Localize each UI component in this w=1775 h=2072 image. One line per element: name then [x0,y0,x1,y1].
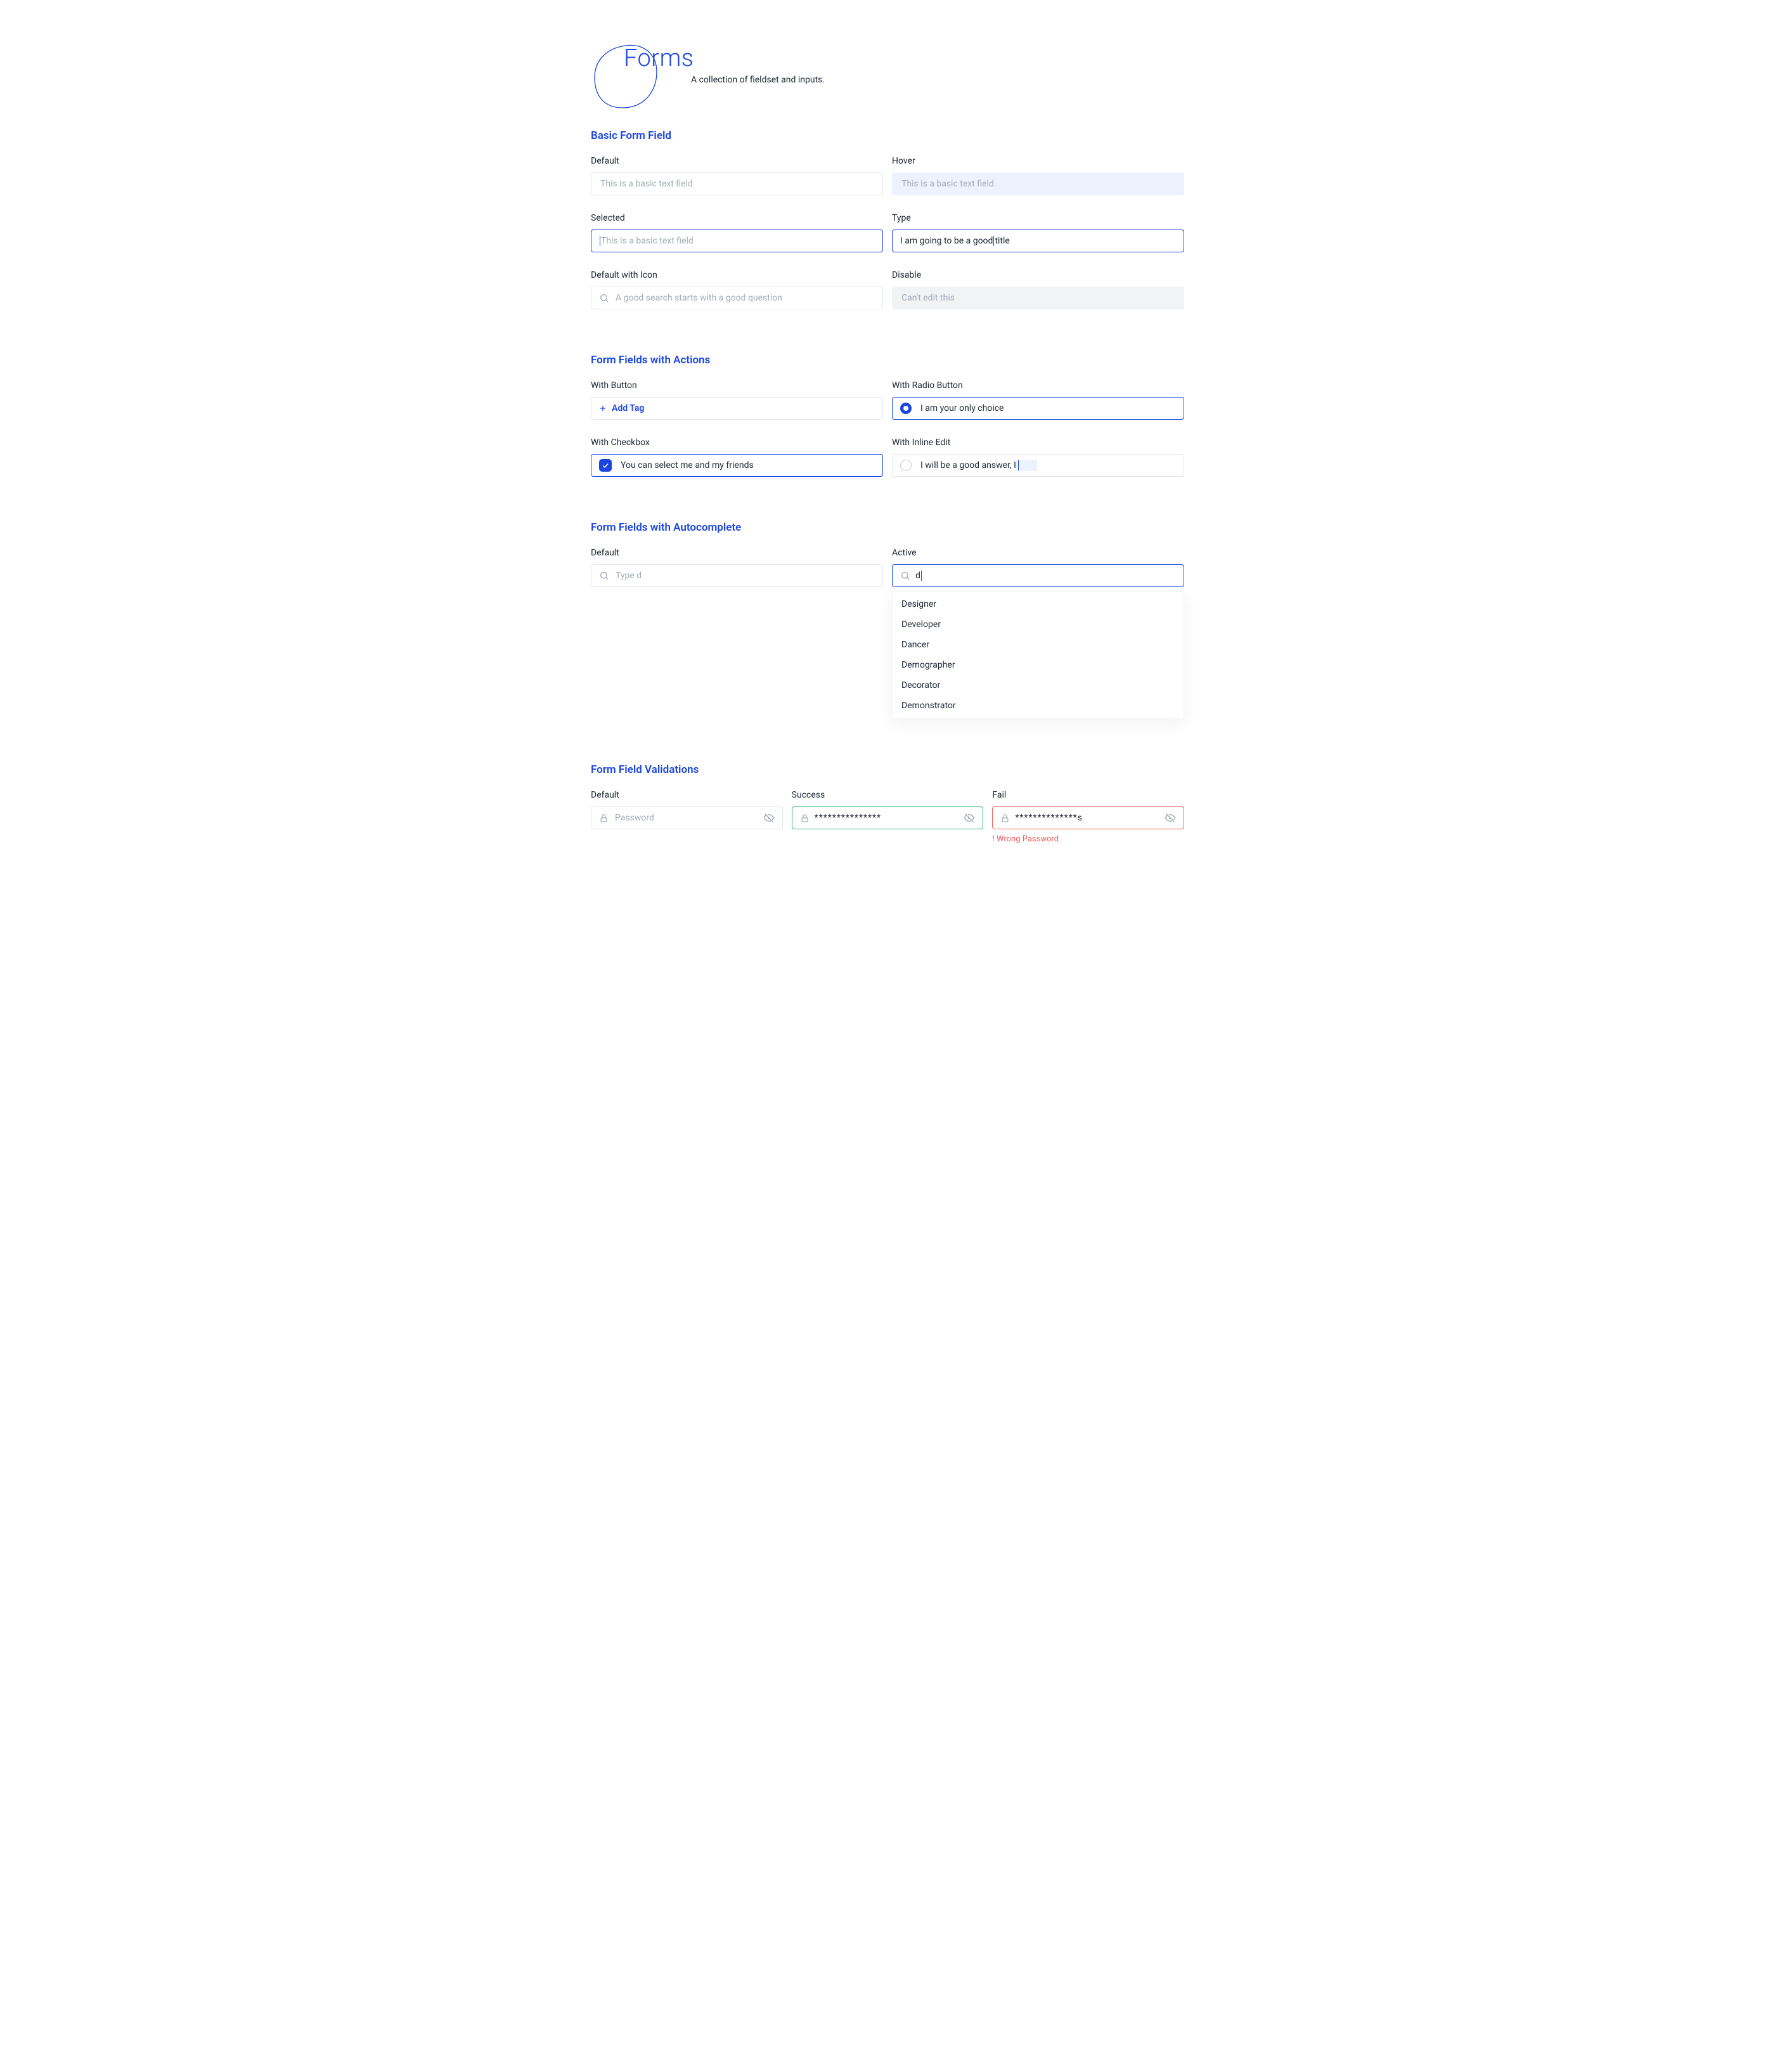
input-password-default-input[interactable] [614,812,758,824]
eye-off-icon[interactable] [763,812,775,824]
input-hover-input[interactable] [900,178,1176,190]
section-autocomplete: Form Fields with Autocomplete Default Ac… [591,521,1184,719]
radio-empty[interactable] [900,460,912,471]
add-tag-button[interactable]: Add Tag [599,403,644,413]
input-autocomplete-default-input[interactable] [614,570,875,581]
input-type-text-after: title [995,236,1009,246]
section-title-actions: Form Fields with Actions [591,354,1184,366]
input-with-icon[interactable] [591,287,883,309]
label-pw-default: Default [591,790,783,800]
eye-off-icon[interactable] [1165,812,1176,824]
section-title-validations: Form Field Validations [591,763,1184,776]
label-auto-default: Default [591,548,883,558]
label-with-inline: With Inline Edit [892,437,1184,448]
autocomplete-dropdown: Designer Developer Dancer Demographer De… [892,591,1184,719]
input-type-text-before: I am going to be a good [900,236,993,246]
label-auto-active: Active [892,548,1184,558]
field-with-checkbox[interactable]: You can select me and my friends [591,454,883,477]
section-basic: Basic Form Field Default Hover Selected [591,129,1184,309]
label-disable: Disable [892,270,1184,280]
search-icon [599,293,609,303]
section-title-basic: Basic Form Field [591,129,1184,142]
field-with-button[interactable]: Add Tag [591,397,883,420]
field-with-inline[interactable]: I will be a good answer, I [892,454,1184,477]
dropdown-item[interactable]: Developer [893,614,1184,635]
inline-edit-highlight [1016,460,1037,471]
password-fail-value: **************s [1015,813,1083,823]
label-hover: Hover [892,156,1184,166]
section-actions: Form Fields with Actions With Button Add… [591,354,1184,477]
lock-icon [800,813,810,823]
add-tag-label: Add Tag [612,403,644,413]
text-cursor [1018,460,1019,470]
input-disabled [892,287,1184,309]
autocomplete-value: d [915,571,920,581]
hero: Forms A collection of fieldset and input… [591,44,1184,85]
lock-icon [1000,813,1010,823]
checkbox-checked[interactable] [599,459,612,472]
text-cursor [993,236,994,246]
section-title-autocomplete: Form Fields with Autocomplete [591,521,1184,534]
radio-text: I am your only choice [920,403,1004,413]
dropdown-item[interactable]: Decorator [893,675,1184,696]
inline-edit-text[interactable]: I will be a good answer, I [920,460,1016,470]
label-with-checkbox: With Checkbox [591,437,883,448]
input-selected[interactable]: This is a basic text field [591,230,883,252]
input-password-success[interactable]: *************** [792,806,984,829]
search-icon [900,571,910,581]
lock-icon [599,813,609,823]
input-password-fail[interactable]: **************s [992,806,1184,829]
dropdown-item[interactable]: Dancer [893,635,1184,655]
label-type: Type [892,213,1184,223]
field-with-radio[interactable]: I am your only choice [892,397,1184,420]
eye-off-icon[interactable] [964,812,975,824]
input-with-icon-input[interactable] [614,292,875,304]
search-icon [599,571,609,581]
password-success-value: *************** [815,813,881,823]
dropdown-item[interactable]: Designer [893,594,1184,614]
password-fail-error: ! Wrong Password [992,834,1184,844]
input-default-input[interactable] [599,178,875,190]
radio-selected[interactable] [900,403,912,414]
label-with-button: With Button [591,380,883,391]
input-disabled-input [900,292,1176,304]
section-validations: Form Field Validations Default [591,763,1184,844]
input-type[interactable]: I am going to be a good title [892,230,1184,252]
input-password-default[interactable] [591,806,783,829]
input-autocomplete-default[interactable] [591,564,883,587]
input-hover[interactable] [892,172,1184,195]
dropdown-item[interactable]: Demonstrator [893,696,1184,716]
label-selected: Selected [591,213,883,223]
inline-edit-wrap: I will be a good answer, I [920,460,1037,471]
input-selected-placeholder: This is a basic text field [601,236,694,246]
label-pw-fail: Fail [992,790,1184,800]
checkbox-text: You can select me and my friends [621,460,754,470]
label-icon: Default with Icon [591,270,883,280]
input-autocomplete-active[interactable]: d [892,564,1184,587]
page-subtitle: A collection of fieldset and inputs. [691,75,1184,85]
dropdown-item[interactable]: Demographer [893,655,1184,675]
text-cursor [921,571,922,581]
page-title: Forms [624,44,1184,72]
label-default: Default [591,156,883,166]
label-pw-success: Success [792,790,984,800]
label-with-radio: With Radio Button [892,380,1184,391]
plus-icon [599,405,607,412]
input-default[interactable] [591,172,883,195]
